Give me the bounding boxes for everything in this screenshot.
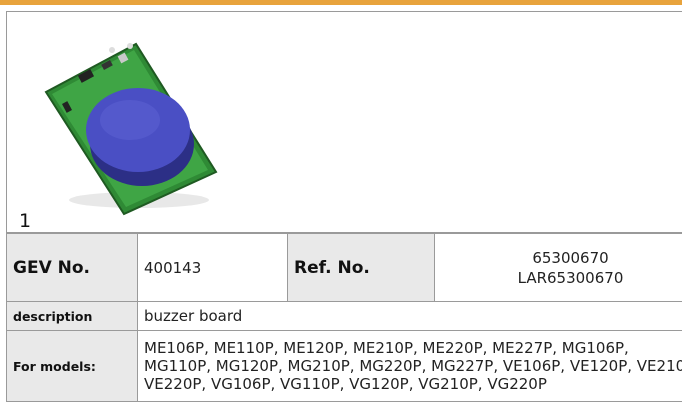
models-label-cell: For models: [6, 330, 138, 402]
ref-label: Ref. No. [294, 257, 370, 278]
models-label: For models: [13, 359, 96, 374]
models-line: MG110P, MG120P, MG210P, MG220P, MG227P, … [144, 357, 682, 375]
header-accent-bar [0, 0, 682, 5]
ref-value: 65300670 [532, 248, 609, 267]
ref-value: LAR65300670 [517, 268, 624, 287]
gev-label-cell: GEV No. [6, 233, 138, 302]
figure-number: 1 [19, 210, 32, 232]
description-value-cell: buzzer board [137, 301, 682, 331]
gev-label: GEV No. [13, 257, 91, 278]
table-row: description buzzer board [6, 301, 682, 331]
description-label: description [13, 309, 93, 324]
table-row: GEV No. 400143 Ref. No. 65300670 LAR6530… [6, 233, 682, 302]
product-image-frame: 1 [6, 11, 682, 233]
description-label-cell: description [6, 301, 138, 331]
ref-label-cell: Ref. No. [287, 233, 435, 302]
models-line: VE220P, VG106P, VG110P, VG120P, VG210P, … [144, 375, 547, 393]
ref-value-cell: 65300670 LAR65300670 [434, 233, 682, 302]
spare-part-page: 1 GEV No. 400143 Ref. No. 65300670 LAR65… [0, 0, 682, 407]
models-value-cell: ME106P, ME110P, ME120P, ME210P, ME220P, … [137, 330, 682, 402]
description-value: buzzer board [144, 307, 243, 325]
models-line: ME106P, ME110P, ME120P, ME210P, ME220P, … [144, 339, 629, 357]
buzzer-board-image [44, 42, 218, 216]
gev-value: 400143 [144, 258, 202, 277]
gev-value-cell: 400143 [137, 233, 288, 302]
table-row: For models: ME106P, ME110P, ME120P, ME21… [6, 330, 682, 402]
spec-table: GEV No. 400143 Ref. No. 65300670 LAR6530… [6, 233, 682, 402]
